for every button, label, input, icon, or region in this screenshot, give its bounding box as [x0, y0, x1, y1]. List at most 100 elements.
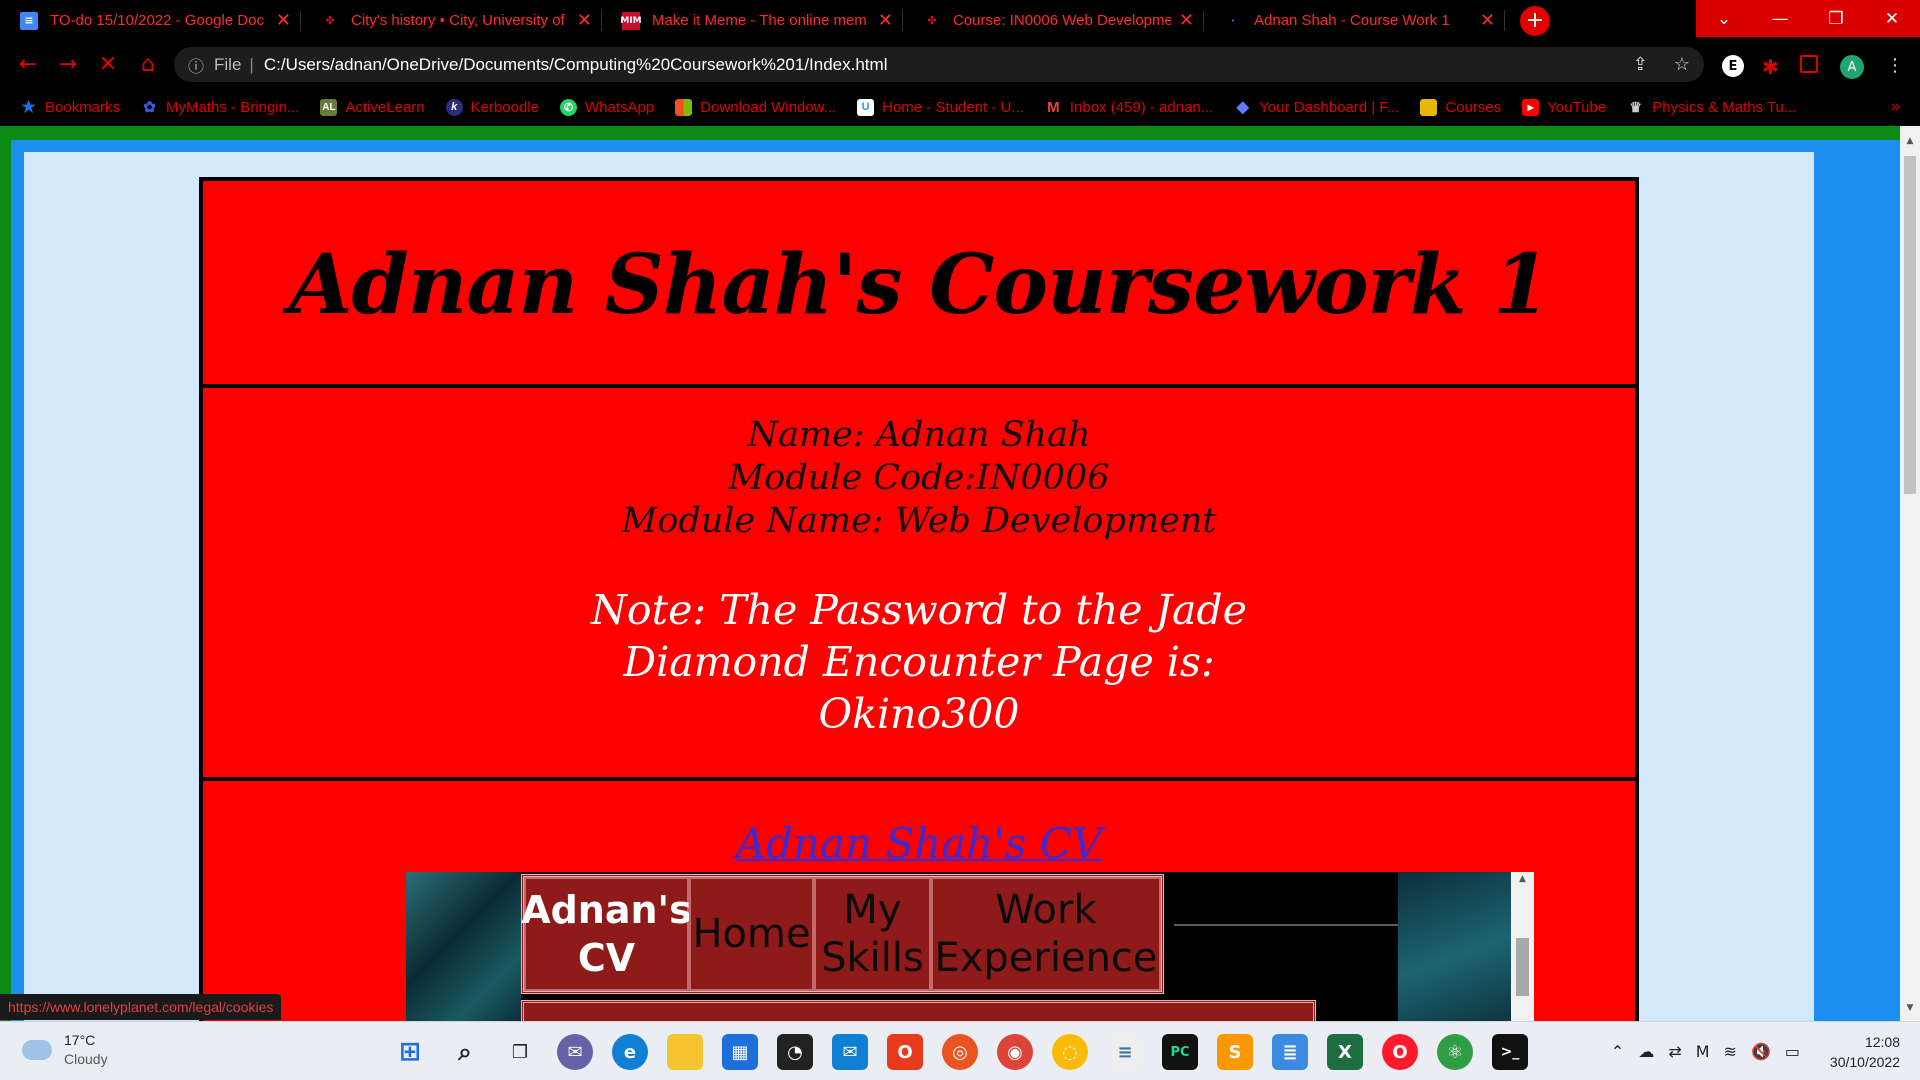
tab-make-it-meme[interactable]: MIM Make it Meme - The online mem ✕: [602, 0, 903, 41]
ubuntu-icon[interactable]: ◎: [942, 1034, 978, 1070]
cv-brand-link[interactable]: Adnan's CV: [521, 877, 692, 991]
chevron-up-icon[interactable]: ⌃: [1611, 1042, 1624, 1061]
side-panel-icon[interactable]: [1800, 55, 1818, 73]
grammarly-extension-icon[interactable]: E: [1722, 55, 1744, 77]
clock[interactable]: 12:08 30/10/2022: [1830, 1032, 1900, 1072]
tab-search-button[interactable]: ⌄: [1696, 0, 1752, 37]
wifi-icon[interactable]: ≋: [1724, 1042, 1737, 1061]
page-scroll-thumb[interactable]: [1904, 156, 1916, 494]
cv-link[interactable]: Adnan Shah's CV: [203, 819, 1635, 868]
back-button[interactable]: ←: [8, 47, 48, 83]
courses-icon: [1420, 98, 1438, 116]
bookmark-activelearn[interactable]: AL ActiveLearn: [320, 98, 425, 116]
teams-chat-icon[interactable]: ✉: [557, 1034, 593, 1070]
title-section: Adnan Shah's Coursework 1: [199, 177, 1639, 388]
frame-scroll-thumb[interactable]: [1516, 938, 1529, 996]
mim-icon: MIM: [620, 11, 642, 30]
bookmark-unifrog[interactable]: U Home - Student - U...: [857, 98, 1024, 116]
office-icon[interactable]: O: [887, 1034, 923, 1070]
sublime-icon[interactable]: S: [1217, 1034, 1253, 1070]
minimize-button[interactable]: —: [1752, 0, 1808, 37]
bookmark-bookmarks[interactable]: ★ Bookmarks: [20, 99, 120, 117]
search-icon[interactable]: ⌕: [447, 1034, 483, 1070]
cv-nav-work-experience[interactable]: Work Experience: [931, 877, 1161, 991]
excel-icon[interactable]: X: [1327, 1034, 1363, 1070]
cv-nav-skills[interactable]: My Skills: [814, 877, 931, 991]
gmail-tray-icon[interactable]: M: [1696, 1042, 1710, 1061]
pycharm-icon[interactable]: PC: [1162, 1034, 1198, 1070]
atom-icon[interactable]: ⚛: [1437, 1034, 1473, 1070]
bookmark-mymaths[interactable]: ✿ MyMaths - Bringin...: [141, 99, 299, 117]
terminal-icon[interactable]: >_: [1492, 1034, 1528, 1070]
cv-nav-home[interactable]: Home: [689, 877, 814, 991]
notepad-icon[interactable]: ≣: [1272, 1034, 1308, 1070]
info-section: Name: Adnan Shah Module Code:IN0006 Modu…: [199, 384, 1639, 781]
task-view-icon[interactable]: ❐: [502, 1034, 538, 1070]
restore-button[interactable]: ❐: [1808, 0, 1864, 37]
taskbar-apps: ⊞ ⌕ ❐ ✉ e ▦ ◔ ✉ O ◎ ◉ ◌ ≡ PC S ≣ X O ⚛ >…: [392, 1034, 1528, 1070]
opera-icon[interactable]: O: [1382, 1034, 1418, 1070]
scroll-up-icon[interactable]: ▲: [1511, 874, 1534, 884]
tab-label: Course: IN0006 Web Developme: [953, 12, 1171, 29]
close-icon[interactable]: ✕: [878, 10, 893, 31]
volume-muted-icon[interactable]: 🔇: [1751, 1042, 1771, 1061]
frame-scrollbar[interactable]: ▲: [1511, 872, 1534, 1021]
address-separator: |: [249, 54, 254, 74]
bookmark-youtube[interactable]: ▶ YouTube: [1522, 98, 1606, 116]
bookmark-dashboard[interactable]: ◆ Your Dashboard | F...: [1234, 99, 1400, 117]
edge-icon[interactable]: e: [612, 1034, 648, 1070]
clock-date: 30/10/2022: [1829, 1054, 1900, 1070]
weather-widget[interactable]: 17°C Cloudy: [22, 1031, 108, 1069]
bookmark-whatsapp[interactable]: ✆ WhatsApp: [560, 98, 654, 116]
start-icon[interactable]: ⊞: [392, 1034, 428, 1070]
address-bar[interactable]: ⓘ File | C:/Users/adnan/OneDrive/Documen…: [174, 47, 1704, 82]
new-tab-button[interactable]: +: [1515, 0, 1555, 41]
bookmark-star-icon[interactable]: ☆: [1674, 54, 1690, 75]
brave-icon[interactable]: ◌: [1052, 1034, 1088, 1070]
bookmark-pmt[interactable]: ♛ Physics & Maths Tu...: [1627, 99, 1796, 116]
youtube-icon: ▶: [1522, 98, 1540, 116]
bookmark-courses[interactable]: Courses: [1420, 98, 1501, 116]
bookmark-download-windows[interactable]: Download Window...: [675, 98, 836, 116]
tab-course-in0006[interactable]: ✤ Course: IN0006 Web Developme ✕: [903, 0, 1204, 41]
profile-avatar[interactable]: A: [1840, 55, 1864, 79]
bookmarks-bar: ★ Bookmarks ✿ MyMaths - Bringin... AL Activ…: [0, 88, 1920, 126]
star-icon: ★: [21, 99, 36, 116]
tab-city-history[interactable]: ✤ City's history • City, University of ✕: [301, 0, 602, 41]
home-button[interactable]: ⌂: [128, 47, 168, 83]
cv-preview-frame[interactable]: Adnan's CV Home My Skills Work Experienc…: [406, 872, 1534, 1021]
weather-temp: 17°C: [64, 1032, 96, 1048]
close-icon[interactable]: ✕: [1480, 10, 1495, 31]
close-icon[interactable]: ✕: [276, 10, 291, 31]
network-settings-icon[interactable]: ⇄: [1668, 1042, 1681, 1061]
stop-button[interactable]: ✕: [88, 47, 128, 83]
file-explorer-icon[interactable]: [667, 1034, 703, 1070]
page-scrollbar[interactable]: ▲ ▼: [1900, 126, 1920, 1021]
unifrog-icon: U: [857, 98, 875, 116]
python-file-icon[interactable]: ≡: [1107, 1034, 1143, 1070]
extensions-puzzle-icon[interactable]: ✱: [1762, 55, 1779, 79]
scroll-up-icon[interactable]: ▲: [1900, 132, 1920, 150]
kebab-menu-icon[interactable]: ⋮: [1886, 55, 1904, 76]
bookmarks-overflow-icon[interactable]: »: [1891, 98, 1900, 116]
forward-button[interactable]: →: [48, 47, 88, 83]
microsoft-store-icon[interactable]: ▦: [722, 1034, 758, 1070]
close-icon[interactable]: ✕: [1179, 10, 1194, 31]
onedrive-icon[interactable]: ☁: [1638, 1042, 1654, 1061]
scroll-down-icon[interactable]: ▼: [1900, 999, 1920, 1017]
url-text[interactable]: C:/Users/adnan/OneDrive/Documents/Comput…: [264, 55, 888, 75]
bookmark-gmail[interactable]: M Inbox (459) - adnan...: [1045, 99, 1213, 116]
whatsapp-icon: ✆: [560, 98, 578, 116]
tab-todo[interactable]: ≡ TO-do 15/10/2022 - Google Doc ✕: [0, 0, 301, 41]
battery-icon[interactable]: ▭: [1785, 1042, 1800, 1061]
speedtest-icon[interactable]: ◔: [777, 1034, 813, 1070]
tab-coursework-active[interactable]: · Adnan Shah - Course Work 1 ✕: [1204, 0, 1505, 41]
mail-icon[interactable]: ✉: [832, 1034, 868, 1070]
close-window-button[interactable]: ✕: [1864, 0, 1920, 37]
bookmark-kerboodle[interactable]: k Kerboodle: [445, 98, 539, 116]
cv-section: Adnan Shah's CV Adnan's CV Home My Skill…: [199, 777, 1639, 1021]
info-icon[interactable]: ⓘ: [188, 53, 204, 77]
share-icon[interactable]: ⇪: [1633, 54, 1648, 75]
chrome-icon[interactable]: ◉: [997, 1034, 1033, 1070]
close-icon[interactable]: ✕: [577, 10, 592, 31]
